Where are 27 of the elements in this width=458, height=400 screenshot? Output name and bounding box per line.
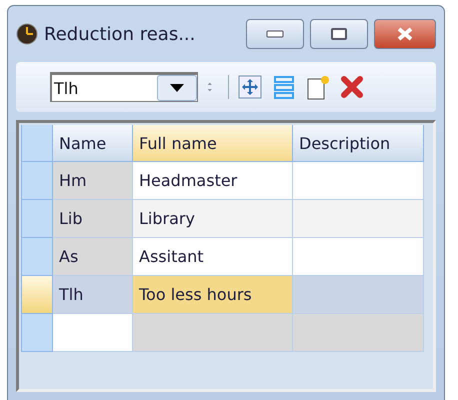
table-cell: Tlh xyxy=(53,276,133,314)
column-header[interactable]: Name xyxy=(53,125,133,162)
minimize-button[interactable] xyxy=(246,19,304,49)
minimize-icon xyxy=(266,30,284,38)
header-corner xyxy=(21,125,53,162)
caret-icon xyxy=(170,84,184,92)
close-button[interactable] xyxy=(374,19,436,49)
combo-box[interactable]: Tlh xyxy=(50,72,198,102)
move-icon[interactable] xyxy=(237,74,263,100)
maximize-icon xyxy=(331,28,347,40)
table-cell: Assitant xyxy=(133,238,293,276)
table-cell: Library xyxy=(133,200,293,238)
dropdown-button[interactable] xyxy=(157,75,197,101)
rows-icon[interactable] xyxy=(271,74,297,100)
maximize-button[interactable] xyxy=(310,19,368,49)
table-cell: Hm xyxy=(53,162,133,200)
table-cell: Lib xyxy=(53,200,133,238)
window-title: Reduction reas... xyxy=(44,24,196,44)
new-page-icon[interactable] xyxy=(305,74,331,100)
clock-icon xyxy=(16,23,38,45)
table-cell: Headmaster xyxy=(133,162,293,200)
column-header[interactable]: Full name xyxy=(133,125,293,162)
close-icon xyxy=(396,27,414,41)
table-cell: Too less hours xyxy=(133,276,293,314)
column-header[interactable]: Description xyxy=(293,125,424,162)
delete-icon[interactable] xyxy=(339,74,365,100)
table-cell: As xyxy=(53,238,133,276)
